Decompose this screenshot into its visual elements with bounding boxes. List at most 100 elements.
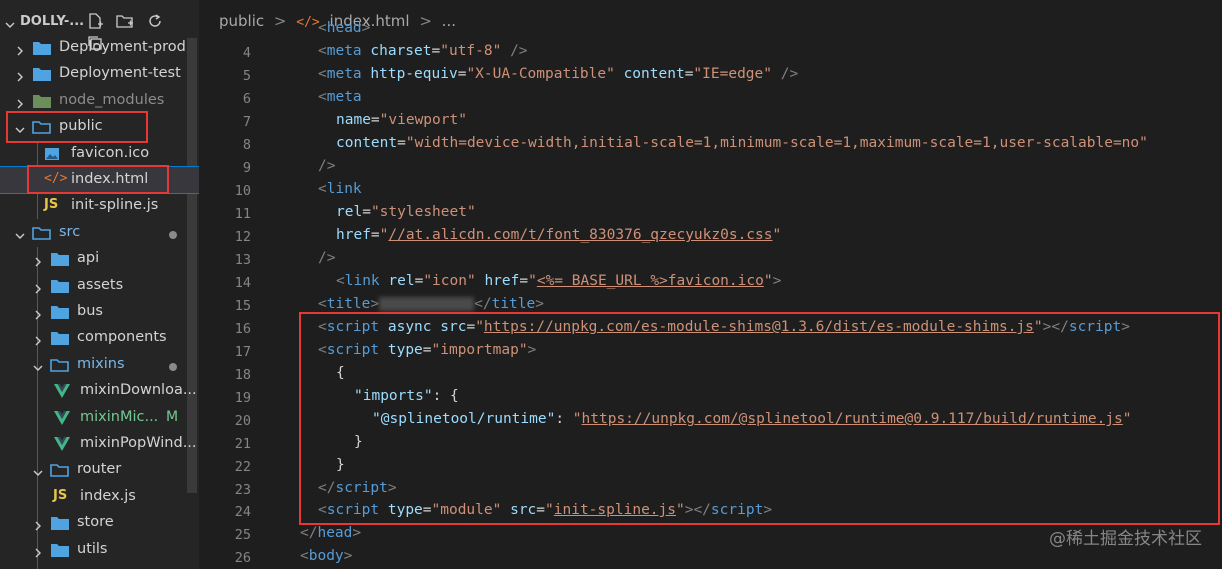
line-number: 26 — [234, 550, 251, 566]
tree-item-label: node_modules — [59, 91, 165, 108]
chevron-right-icon[interactable] — [14, 68, 26, 87]
folder-icon — [32, 66, 52, 86]
folder-icon — [32, 40, 52, 60]
html-file-icon: </> — [296, 15, 320, 30]
tree-item-store[interactable]: store — [0, 510, 199, 536]
watermark: @稀土掘金技术社区 — [1049, 529, 1202, 549]
modified-badge: M — [166, 408, 179, 425]
tree-item-bus[interactable]: bus — [0, 299, 199, 325]
code-line-25: </head> — [300, 525, 362, 541]
new-folder-icon[interactable] — [115, 12, 135, 34]
refresh-icon[interactable] — [146, 12, 164, 34]
chevron-right-icon[interactable] — [14, 42, 26, 61]
tree-item-assets[interactable]: assets — [0, 273, 199, 299]
line-number: 6 — [242, 91, 251, 107]
line-number: 5 — [242, 68, 251, 84]
tree-item-label: mixinMic... — [80, 408, 159, 425]
tree-item-label: Deployment-prod — [59, 39, 186, 55]
line-number: 22 — [234, 459, 251, 475]
chevron-right-icon[interactable] — [32, 280, 44, 299]
changes-dot-icon — [169, 362, 177, 371]
folder-icon — [50, 462, 70, 482]
tree-item-label: src — [59, 223, 81, 240]
tree-item-index-js[interactable]: JS index.js — [0, 484, 199, 510]
chevron-down-icon[interactable] — [32, 359, 44, 378]
line-number: 14 — [234, 275, 251, 291]
line-number: 23 — [234, 482, 251, 498]
line-number: 25 — [234, 527, 251, 543]
breadcrumb-more[interactable]: ... — [442, 12, 456, 30]
code-line-11: rel="stylesheet" — [336, 204, 476, 220]
tree-item-label: init-spline.js — [71, 197, 159, 214]
chevron-right-icon[interactable] — [32, 517, 44, 536]
tree-item-init-spline-js[interactable]: JS init-spline.js — [0, 193, 199, 219]
tree-item-node-modules[interactable]: node_modules — [0, 88, 199, 114]
line-number: 10 — [234, 183, 251, 199]
tree-item-src[interactable]: src — [0, 220, 199, 246]
image-file-icon — [44, 146, 60, 166]
tree-item-deployment-test[interactable]: Deployment-test — [0, 61, 199, 87]
folder-icon — [50, 515, 70, 535]
tree-item-favicon-ico[interactable]: favicon.ico — [0, 141, 199, 167]
redacted-title — [379, 297, 475, 311]
tree-item-utils[interactable]: utils — [0, 537, 199, 563]
chevron-down-icon[interactable] — [4, 16, 16, 35]
tree-item-label: index.js — [80, 487, 136, 504]
tree-item-mixindownloa[interactable]: mixinDownloa... — [0, 378, 199, 404]
highlight-box-index-html — [27, 165, 169, 194]
stylesheet-link[interactable]: //at.alicdn.com/t/font_830376_qzecyukz0s… — [388, 227, 772, 243]
folder-icon — [32, 93, 52, 113]
tree-item-label: Deployment-test — [59, 65, 181, 82]
changes-dot-icon — [169, 230, 177, 239]
line-number: 7 — [242, 114, 251, 130]
code-line-14: <link rel="icon" href="<%= BASE_URL %>fa… — [336, 273, 782, 289]
line-number: 12 — [234, 229, 251, 245]
folder-icon — [32, 225, 52, 245]
chevron-down-icon[interactable] — [14, 227, 26, 246]
highlight-box-public — [6, 111, 148, 143]
code-line-13: /> — [318, 250, 336, 266]
tree-item-mixinpopwind[interactable]: mixinPopWind... — [0, 431, 199, 457]
line-number: 16 — [234, 321, 251, 337]
code-line-partial: <head> — [318, 20, 371, 32]
code-line-9: /> — [318, 158, 336, 174]
highlight-box-scripts — [299, 312, 1220, 525]
javascript-file-icon: JS — [44, 197, 59, 213]
chevron-right-icon[interactable] — [32, 306, 44, 325]
line-number: 18 — [234, 367, 251, 383]
line-number: 20 — [234, 413, 251, 429]
workspace-title: DOLLY-... — [20, 14, 85, 29]
breadcrumb-folder[interactable]: public — [219, 12, 264, 30]
tree-item-mixins[interactable]: mixins — [0, 352, 199, 378]
folder-icon — [50, 542, 70, 562]
vue-file-icon — [53, 436, 71, 456]
javascript-file-icon: JS — [53, 487, 68, 503]
tree-item-mixinmic[interactable]: mixinMic... M — [0, 405, 199, 431]
tree-item-components[interactable]: components — [0, 325, 199, 351]
folder-icon — [50, 251, 70, 271]
breadcrumb-separator: > — [419, 12, 432, 30]
folder-icon — [50, 357, 70, 377]
folder-icon — [50, 278, 70, 298]
new-file-icon[interactable] — [86, 12, 104, 34]
tree-item-label: api — [77, 250, 100, 267]
chevron-right-icon[interactable] — [32, 544, 44, 563]
code-line-8: content="width=device-width,initial-scal… — [336, 135, 1148, 151]
tree-item-router[interactable]: router — [0, 457, 199, 483]
chevron-right-icon[interactable] — [32, 332, 44, 351]
chevron-right-icon[interactable] — [32, 253, 44, 272]
vue-file-icon — [53, 410, 71, 430]
line-number: 15 — [234, 298, 251, 314]
chevron-down-icon[interactable] — [32, 464, 44, 483]
line-number: 13 — [234, 252, 251, 268]
line-number: 11 — [234, 206, 251, 222]
line-number: 21 — [234, 436, 251, 452]
tree-item-deployment-prod[interactable]: Deployment-prod — [0, 35, 199, 61]
tree-item-api[interactable]: api — [0, 246, 199, 272]
explorer-header[interactable]: DOLLY-... — [0, 6, 199, 50]
tree-item-label: favicon.ico — [71, 144, 150, 161]
code-line-7: name="viewport" — [336, 112, 467, 128]
code-editor[interactable]: public > </> index.html > ... <head> 456… — [199, 0, 1222, 569]
line-number: 8 — [242, 137, 251, 153]
breadcrumb-separator: > — [273, 12, 287, 30]
